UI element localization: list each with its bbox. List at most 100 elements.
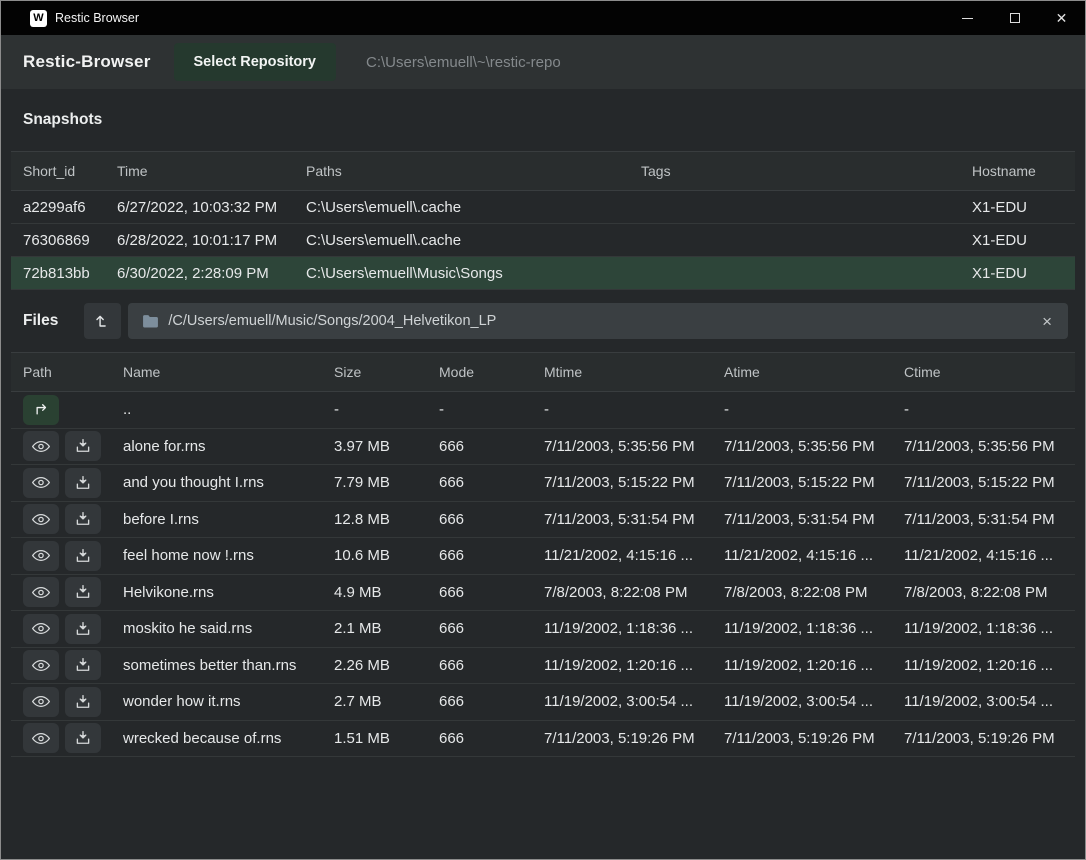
download-button[interactable] (65, 541, 101, 571)
download-button[interactable] (65, 723, 101, 753)
eye-icon (31, 657, 51, 674)
titlebar[interactable]: W Restic Browser ✕ (1, 1, 1085, 35)
file-atime: - (712, 401, 892, 418)
file-atime: 7/11/2003, 5:15:22 PM (712, 474, 892, 491)
preview-button[interactable] (23, 687, 59, 717)
repository-path: C:\Users\emuell\~\restic-repo (366, 54, 561, 71)
app-header: Restic-Browser Select Repository C:\User… (1, 35, 1085, 89)
snapshot-paths: C:\Users\emuell\Music\Songs (294, 265, 629, 282)
file-size: 2.26 MB (322, 657, 427, 674)
download-icon (74, 547, 92, 565)
snapshot-short-id: 76306869 (11, 232, 105, 249)
file-name: moskito he said.rns (111, 620, 322, 637)
column-header-mtime: Mtime (532, 364, 712, 380)
parent-directory-button[interactable] (23, 395, 59, 425)
file-ctime: 7/11/2003, 5:31:54 PM (892, 511, 1075, 528)
file-mtime: 11/19/2002, 3:00:54 ... (532, 693, 712, 710)
preview-button[interactable] (23, 614, 59, 644)
file-mode: 666 (427, 547, 532, 564)
download-button[interactable] (65, 687, 101, 717)
close-button[interactable]: ✕ (1038, 1, 1085, 35)
snapshot-time: 6/28/2022, 10:01:17 PM (105, 232, 294, 249)
download-icon (74, 656, 92, 674)
file-row: moskito he said.rns 2.1 MB 666 11/19/200… (11, 611, 1075, 648)
file-name: feel home now !.rns (111, 547, 322, 564)
eye-icon (31, 730, 51, 747)
column-header-size: Size (322, 364, 427, 380)
snapshot-row-selected[interactable]: 72b813bb 6/30/2022, 2:28:09 PM C:\Users\… (11, 257, 1075, 290)
file-mtime: 7/11/2003, 5:15:22 PM (532, 474, 712, 491)
download-button[interactable] (65, 431, 101, 461)
file-mtime: 7/11/2003, 5:31:54 PM (532, 511, 712, 528)
column-header-name: Name (111, 364, 322, 380)
snapshot-row[interactable]: a2299af6 6/27/2022, 10:03:32 PM C:\Users… (11, 191, 1075, 224)
file-ctime: 7/11/2003, 5:35:56 PM (892, 438, 1075, 455)
column-header-path: Path (11, 364, 111, 380)
eye-icon (31, 474, 51, 491)
files-bar: Files /C/Users/emuell/Music/Songs/2004_H… (1, 290, 1085, 352)
file-size: 2.1 MB (322, 620, 427, 637)
eye-icon (31, 511, 51, 528)
file-mode: 666 (427, 474, 532, 491)
download-icon (74, 729, 92, 747)
file-name: before I.rns (111, 511, 322, 528)
file-size: 4.9 MB (322, 584, 427, 601)
column-header-atime: Atime (712, 364, 892, 380)
preview-button[interactable] (23, 723, 59, 753)
eye-icon (31, 620, 51, 637)
select-repository-button[interactable]: Select Repository (174, 43, 337, 81)
snapshot-short-id: 72b813bb (11, 265, 105, 282)
clear-path-button[interactable]: × (1040, 313, 1054, 330)
eye-icon (31, 438, 51, 455)
maximize-button[interactable] (991, 1, 1038, 35)
snapshot-hostname: X1-EDU (960, 232, 1075, 249)
file-atime: 7/11/2003, 5:31:54 PM (712, 511, 892, 528)
file-mode: 666 (427, 620, 532, 637)
column-header-mode: Mode (427, 364, 532, 380)
preview-button[interactable] (23, 504, 59, 534)
download-button[interactable] (65, 577, 101, 607)
file-mode: 666 (427, 693, 532, 710)
download-button[interactable] (65, 468, 101, 498)
snapshot-row[interactable]: 76306869 6/28/2022, 10:01:17 PM C:\Users… (11, 224, 1075, 257)
preview-button[interactable] (23, 468, 59, 498)
file-row: wrecked because of.rns 1.51 MB 666 7/11/… (11, 721, 1075, 758)
file-row: before I.rns 12.8 MB 666 7/11/2003, 5:31… (11, 502, 1075, 539)
close-icon: ✕ (1056, 11, 1068, 25)
download-button[interactable] (65, 504, 101, 534)
files-table: Path Name Size Mode Mtime Atime Ctime ..… (11, 352, 1075, 757)
level-up-icon (93, 311, 113, 331)
current-path-text: /C/Users/emuell/Music/Songs/2004_Helveti… (168, 313, 1040, 329)
file-name: and you thought I.rns (111, 474, 322, 491)
snapshot-hostname: X1-EDU (960, 199, 1075, 216)
parent-directory-row: .. - - - - - (11, 392, 1075, 429)
preview-button[interactable] (23, 431, 59, 461)
files-table-header: Path Name Size Mode Mtime Atime Ctime (11, 352, 1075, 392)
eye-icon (31, 584, 51, 601)
file-mtime: 7/11/2003, 5:35:56 PM (532, 438, 712, 455)
column-header-paths: Paths (294, 163, 629, 179)
download-button[interactable] (65, 614, 101, 644)
file-mtime: 7/11/2003, 5:19:26 PM (532, 730, 712, 747)
eye-icon (31, 693, 51, 710)
file-row: alone for.rns 3.97 MB 666 7/11/2003, 5:3… (11, 429, 1075, 466)
file-mode: 666 (427, 730, 532, 747)
current-path-bar[interactable]: /C/Users/emuell/Music/Songs/2004_Helveti… (128, 303, 1068, 339)
file-mode: 666 (427, 657, 532, 674)
maximize-icon (1010, 13, 1020, 23)
go-to-root-button[interactable] (84, 303, 121, 339)
file-mode: 666 (427, 511, 532, 528)
file-size: - (322, 401, 427, 418)
file-atime: 11/19/2002, 1:20:16 ... (712, 657, 892, 674)
file-atime: 11/19/2002, 1:18:36 ... (712, 620, 892, 637)
file-atime: 7/11/2003, 5:35:56 PM (712, 438, 892, 455)
download-button[interactable] (65, 650, 101, 680)
preview-button[interactable] (23, 650, 59, 680)
snapshots-heading: Snapshots (1, 89, 1085, 151)
minimize-button[interactable] (944, 1, 991, 35)
file-size: 2.7 MB (322, 693, 427, 710)
file-mtime: 7/8/2003, 8:22:08 PM (532, 584, 712, 601)
preview-button[interactable] (23, 577, 59, 607)
preview-button[interactable] (23, 541, 59, 571)
parent-arrow-icon (32, 400, 51, 419)
